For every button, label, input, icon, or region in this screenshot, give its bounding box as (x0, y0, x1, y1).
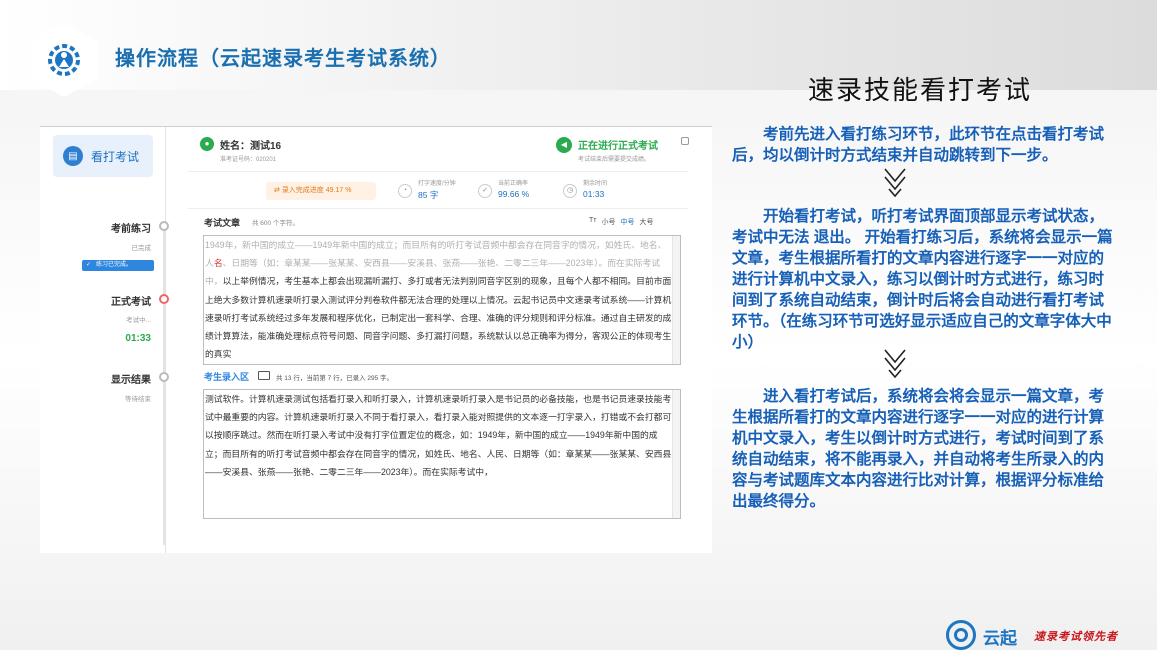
book-icon: ▤ (63, 146, 83, 166)
brand-name: 云起 (983, 629, 1017, 648)
stat-accuracy-value: 99.66 % (498, 189, 530, 199)
size-medium-option[interactable]: 中号 (620, 217, 634, 227)
exam-status-subtitle: 考试结束后需要提交成绩。 (578, 157, 651, 163)
progress-label: 录入完成进度 49.17 % (281, 187, 352, 194)
gear-person-icon (48, 44, 80, 76)
sidebar: ▤ 看打考试 考前练习 已完成 ✓ 练习已完成。 正式考试 考试中... 01:… (40, 127, 169, 553)
brand-logo-icon (946, 620, 976, 650)
speed-icon: ◔ (398, 184, 412, 198)
speaker-icon: ◀ (556, 137, 572, 153)
step-practice-dot (159, 221, 169, 231)
swap-icon: ⇄ (274, 187, 282, 194)
input-scrollbar[interactable] (672, 390, 680, 518)
reference-text-box[interactable]: 1949年，新中国的成立——1949年新中国的成立；而目所有的听打考试音频中都会… (203, 235, 681, 365)
keyboard-icon (258, 371, 270, 380)
font-size-icon: Tт (589, 217, 597, 224)
practice-done-tag: ✓ 练习已完成。 (82, 260, 154, 271)
reference-text-unread: 以上举例情况，考生基本上都会出现漏听漏打、多打或者无法判别同音字区别的现象，且每… (205, 276, 672, 360)
user-icon: ● (200, 137, 214, 151)
sidebar-exam-button[interactable]: ▤ 看打考试 (53, 135, 153, 177)
exam-app-screenshot: ▤ 看打考试 考前练习 已完成 ✓ 练习已完成。 正式考试 考试中... 01:… (40, 126, 712, 553)
step-result-dot (159, 372, 169, 382)
article-count: 共 600 个字符。 (252, 220, 299, 227)
practice-done-tag-label: 练习已完成。 (96, 262, 133, 268)
step-exam-title: 正式考试 (111, 297, 151, 308)
sidebar-exam-button-label: 看打考试 (91, 149, 140, 164)
stat-time-value: 01:33 (583, 189, 605, 199)
step-result-status: 等待结束 (125, 396, 151, 403)
step-exam-dot (159, 294, 169, 304)
description-paragraph-1: 考前先进入看打练习环节，此环节在点击看打考试后，均以倒计时方式结束并自动跳转到下… (732, 126, 1105, 164)
stats-bar: ⇄ 录入完成进度 49.17 % ◔ 打字速度/分钟 85 字 ✓ 当前正确率 … (188, 171, 688, 209)
step-practice-status: 已完成 (131, 245, 152, 252)
down-arrow-icon (884, 349, 906, 378)
stat-time-label: 剩余时间 (583, 181, 608, 187)
header-checkbox[interactable] (681, 137, 689, 145)
stat-speed-value: 85 字 (418, 190, 439, 200)
step-practice-title: 考前练习 (111, 224, 151, 235)
article-title: 考试文章 (204, 218, 241, 228)
timeline-line (163, 225, 165, 545)
description-paragraph-3: 进入看打考试后，系统将会将会显示一篇文章，考生根据所看打的文章内容进行逐字一一对… (732, 388, 1105, 510)
step-result-title: 显示结果 (111, 375, 151, 386)
exam-status-title: 正在进行正式考试 (578, 141, 658, 152)
description-paragraph-2: 开始看打考试，听打考试界面顶部显示考试状态，考试中无法 退出。 开始看打练习后，… (732, 208, 1113, 351)
size-large-option[interactable]: 大号 (639, 217, 653, 227)
font-size-control: Tт 小号 中号 大号 (589, 217, 653, 227)
input-area-info: 共 13 行，当前第 7 行，已录入 295 字。 (276, 375, 394, 382)
reference-scrollbar[interactable] (672, 236, 680, 364)
clock-icon: ◷ (563, 184, 577, 198)
down-arrow-icon (884, 168, 906, 197)
input-area-label: 考生录入区 (204, 372, 250, 382)
input-text: 测试软件。计算机速录测试包括看打录入和听打录入，计算机速录听打录入是书记员的必备… (205, 394, 672, 477)
step-exam-timer: 01:33 (125, 333, 151, 344)
brand-slogan: 速录考试领先者 (1034, 631, 1118, 643)
reference-text: 1949年，新中国的成立——1949年新中国的成立；而目所有的听打考试音频中都会… (204, 236, 672, 363)
exam-header: ● 姓名：测试16 准考证号码：020201 ◀ 正在进行正式考试 考试结束后需… (188, 135, 689, 169)
right-heading: 速录技能看打考试 (808, 76, 1033, 106)
slide-title: 操作流程（云起速录考生考试系统） (115, 48, 451, 70)
ticket-number: 准考证号码：020201 (220, 157, 277, 163)
reference-text-current: 名 (213, 258, 223, 269)
check-icon: ✓ (86, 262, 92, 268)
check-icon: ✓ (478, 184, 492, 198)
step-exam-status: 考试中... (126, 317, 151, 324)
input-text-area[interactable]: 测试软件。计算机速录测试包括看打录入和听打录入，计算机速录听打录入是书记员的必备… (203, 389, 681, 519)
size-small-option[interactable]: 小号 (601, 217, 615, 227)
stat-speed-label: 打字速度/分钟 (418, 181, 456, 187)
stat-accuracy-label: 当前正确率 (498, 181, 529, 187)
candidate-name: 姓名：测试16 (220, 141, 282, 152)
progress-pill: ⇄ 录入完成进度 49.17 % (266, 182, 376, 200)
